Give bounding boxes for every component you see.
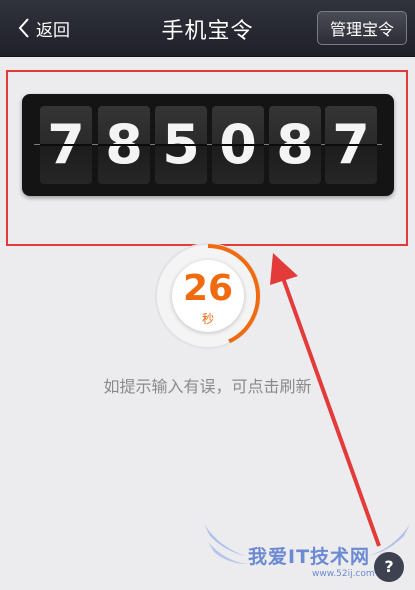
- annotation-arrow: [270, 253, 381, 547]
- watermark-text: 我爱IT技术网: [248, 546, 371, 568]
- watermark-url: www.52ij.com: [312, 569, 375, 579]
- help-icon[interactable]: ?: [374, 552, 404, 582]
